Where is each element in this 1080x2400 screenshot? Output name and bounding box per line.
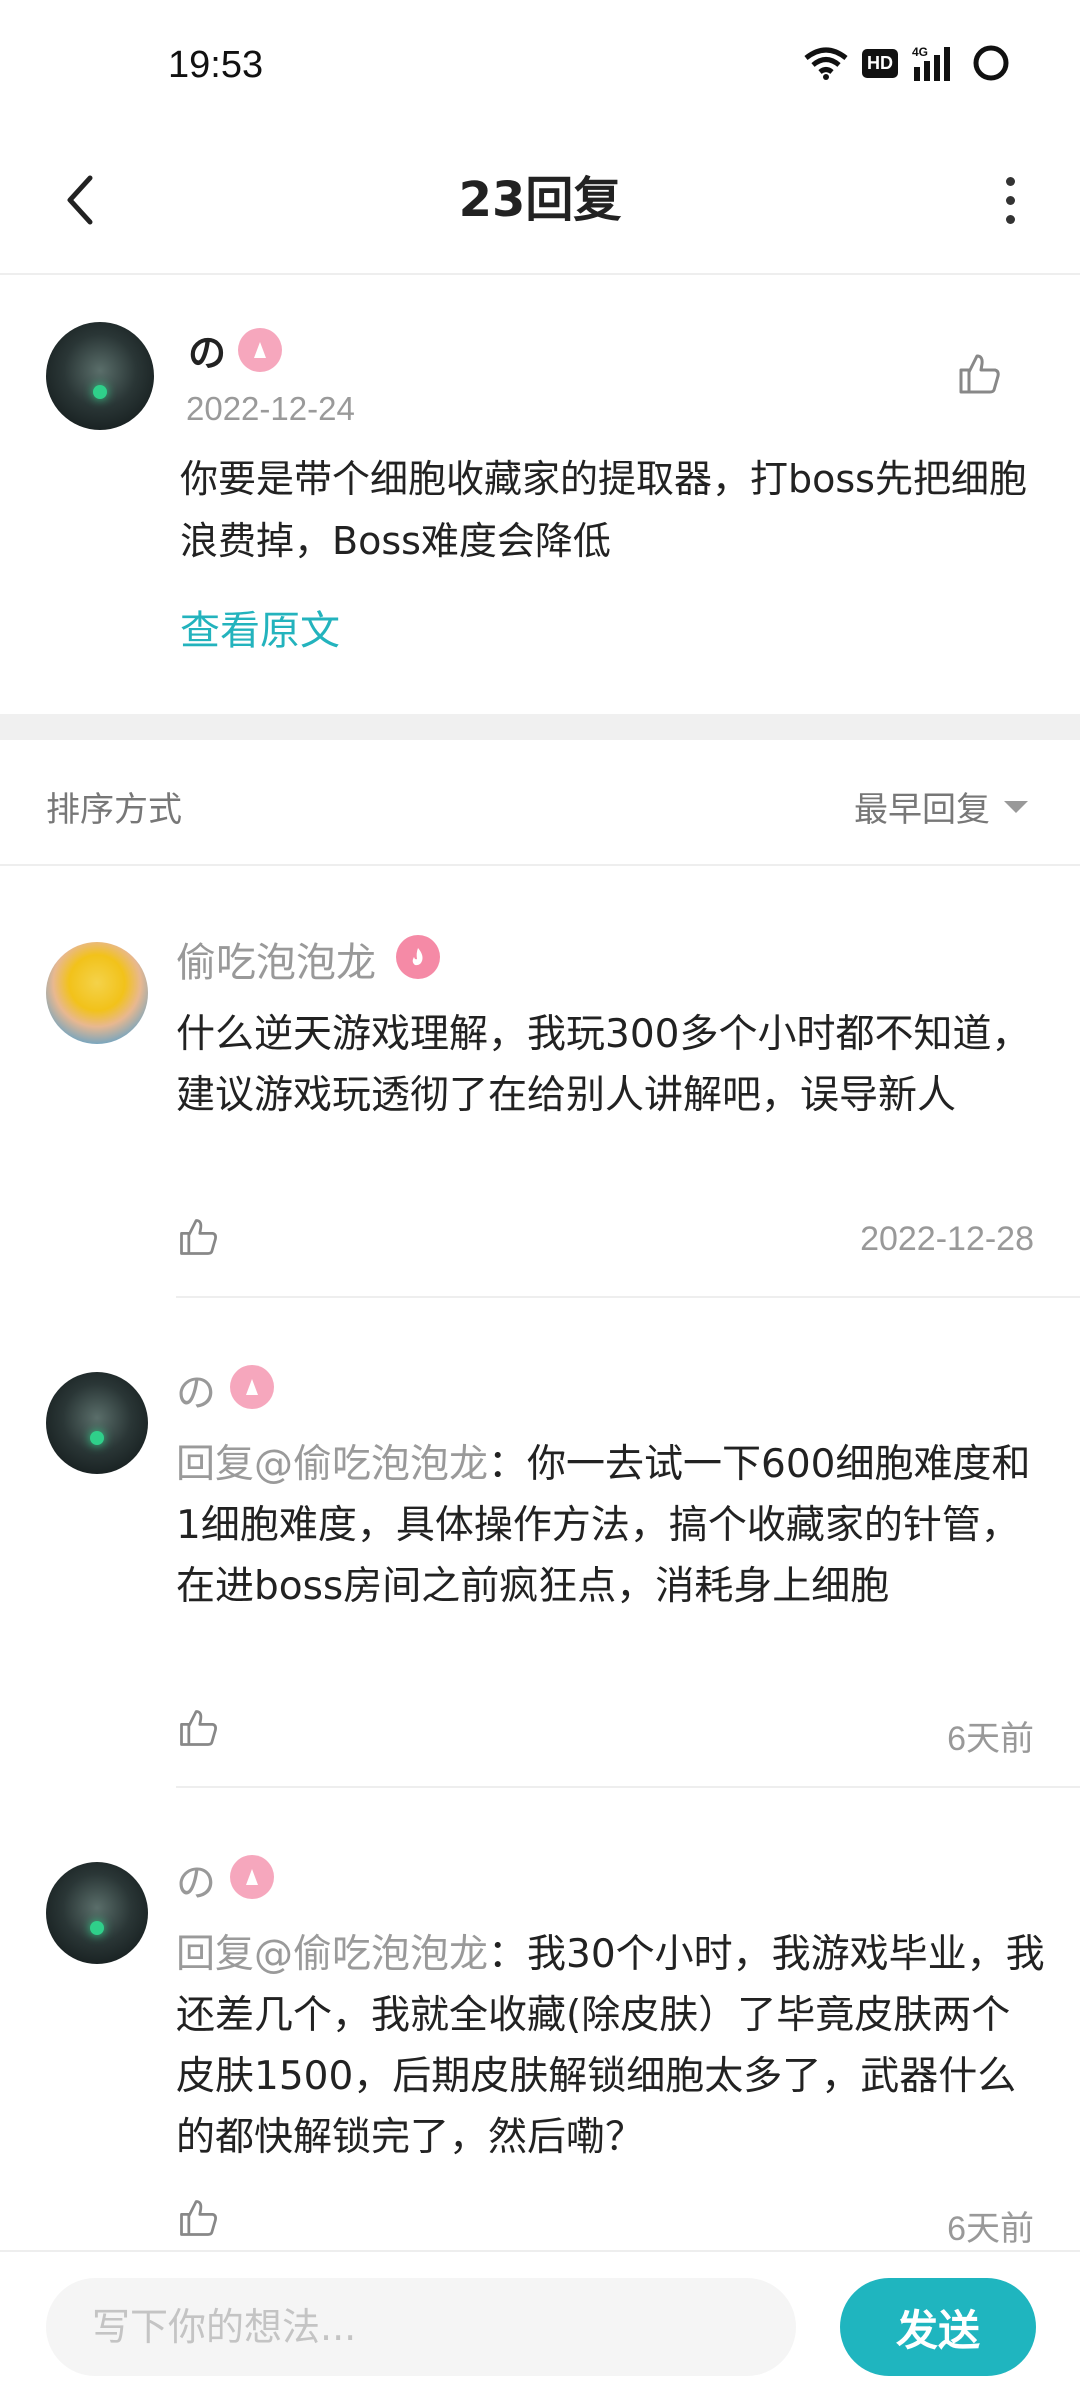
level-badge-icon: [396, 935, 440, 979]
wifi-icon: [804, 47, 848, 80]
signal-icon: 4G: [912, 45, 950, 81]
view-original-link[interactable]: 查看原文: [180, 598, 340, 656]
reply-content: 回复@偷吃泡泡龙：你一去试一下600细胞难度和1细胞难度，具体操作方法，搞个收藏…: [176, 1434, 1046, 1617]
avatar[interactable]: [46, 1372, 148, 1474]
section-divider: [0, 714, 1080, 740]
avatar[interactable]: [46, 322, 154, 430]
status-bar: 19:53 HD 4G: [0, 0, 1080, 130]
reply-author-name[interactable]: の: [176, 1360, 216, 1418]
reply-divider: [176, 1296, 1080, 1298]
avatar[interactable]: [46, 1862, 148, 1964]
hd-icon: HD: [862, 48, 898, 78]
comment-input[interactable]: [46, 2278, 796, 2376]
reply-content: 什么逆天游戏理解，我玩300多个小时都不知道，建议游戏玩透彻了在给别人讲解吧，误…: [176, 1004, 1046, 1126]
reply-divider: [176, 1786, 1080, 1788]
more-dot-icon: [1005, 176, 1015, 186]
top-nav: 23回复: [0, 130, 1080, 275]
reply-text: 什么逆天游戏理解，我玩300多个小时都不知道，建议游戏玩透彻了在给别人讲解吧，误…: [176, 1012, 1031, 1118]
more-options-button[interactable]: [970, 160, 1050, 240]
reply-author-name[interactable]: 偷吃泡泡龙: [176, 930, 376, 988]
reply-mention[interactable]: 回复@偷吃泡泡龙: [176, 1442, 488, 1487]
reply-date: 6天前: [947, 2210, 1034, 2248]
comment-composer: 发送: [0, 2250, 1080, 2400]
thumbs-up-icon[interactable]: [176, 2196, 220, 2240]
reply-content: 回复@偷吃泡泡龙：我30个小时，我游戏毕业，我还差几个，我就全收藏(除皮肤）了毕…: [176, 1924, 1046, 2168]
sort-dropdown[interactable]: 最早回复: [854, 782, 1028, 831]
reply-date: 6天前: [947, 1720, 1034, 1758]
reply-author-name[interactable]: の: [176, 1850, 216, 1908]
post-author-name[interactable]: の: [188, 322, 226, 377]
more-dot-icon: [1005, 195, 1015, 205]
reply-date: 2022-12-28: [860, 1220, 1034, 1258]
send-button[interactable]: 发送: [840, 2278, 1036, 2376]
level-badge-icon: [230, 1855, 274, 1899]
status-time: 19:53: [168, 44, 264, 86]
thumbs-up-icon[interactable]: [176, 1215, 220, 1259]
post-date: 2022-12-24: [186, 390, 355, 427]
more-dot-icon: [1005, 214, 1015, 224]
post-content: 你要是带个细胞收藏家的提取器，打boss先把细胞浪费掉，Boss难度会降低: [180, 457, 1027, 563]
reply-mention[interactable]: 回复@偷吃泡泡龙: [176, 1932, 488, 1977]
sort-row: 排序方式 最早回复: [0, 740, 1080, 866]
level-badge-icon: [238, 328, 282, 372]
page-title: 23回复: [458, 172, 622, 228]
thumbs-up-icon[interactable]: [955, 350, 1003, 398]
avatar[interactable]: [46, 942, 148, 1044]
status-icons: HD 4G: [804, 44, 1010, 82]
svg-text:4G: 4G: [912, 45, 928, 59]
thumbs-up-icon[interactable]: [176, 1706, 220, 1750]
sort-value: 最早回复: [854, 790, 990, 830]
chevron-down-icon: [1004, 800, 1028, 813]
sort-label: 排序方式: [46, 790, 182, 830]
battery-icon: [973, 45, 1009, 81]
level-badge-icon: [230, 1365, 274, 1409]
